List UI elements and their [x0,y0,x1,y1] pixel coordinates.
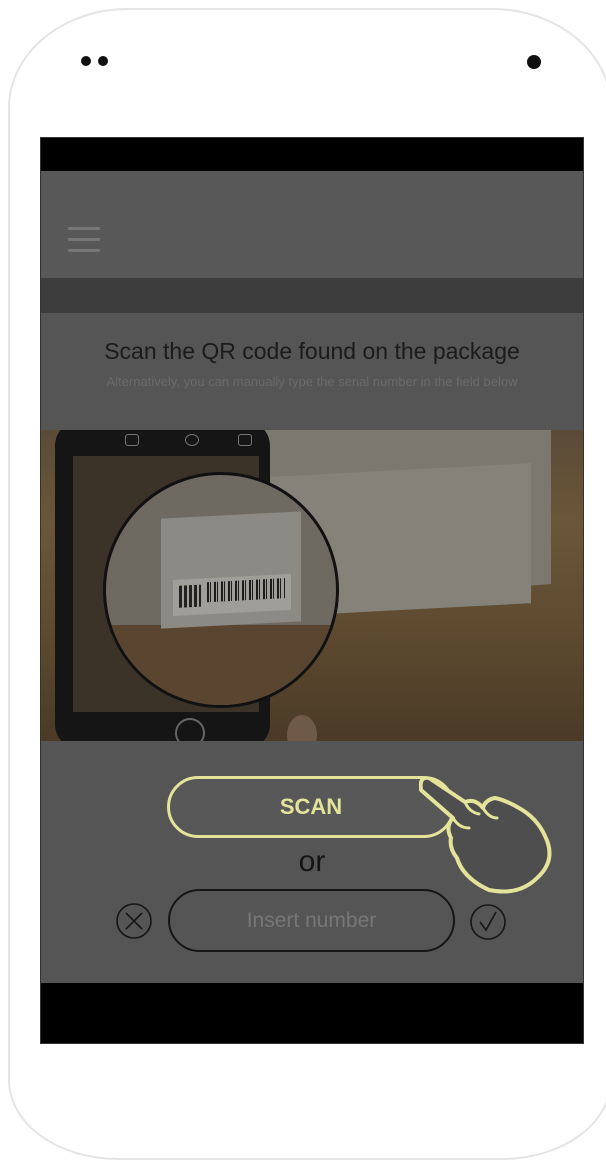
status-bar [41,138,583,171]
checkmark-circle-icon[interactable] [469,903,507,941]
hamburger-menu-icon[interactable] [68,227,100,257]
page-title: Scan the QR code found on the package [104,338,520,364]
barcode-icon [207,578,285,603]
wood-surface [106,625,336,705]
app-screen: Scan the QR code found on the package Al… [40,137,584,1044]
phone-scanning-barcode-image [41,430,583,741]
qr-code-icon [179,584,201,608]
switch-camera-icon [238,434,252,446]
tap-hand-icon [419,778,552,894]
flash-icon [73,434,85,444]
camera-toolbar [73,434,259,448]
app-bar [41,171,583,278]
magnified-box [161,511,301,629]
timer-icon [185,434,199,446]
or-separator: or [298,845,326,878]
sensor-dot [81,56,91,66]
hdr-icon [125,434,139,446]
finger [287,715,317,741]
magnifier-lens [103,472,339,708]
toolbar-strip [41,278,583,313]
shutter-icon [175,718,205,741]
front-camera-icon [527,55,541,69]
scan-button[interactable]: SCAN [167,776,455,838]
serial-number-input[interactable] [168,889,455,952]
navigation-bar [41,983,583,1043]
page-subtitle: Alternatively, you can manually type the… [106,374,518,389]
barcode-label [173,573,291,617]
sensor-dot [98,56,108,66]
close-circle-icon[interactable] [115,902,153,940]
